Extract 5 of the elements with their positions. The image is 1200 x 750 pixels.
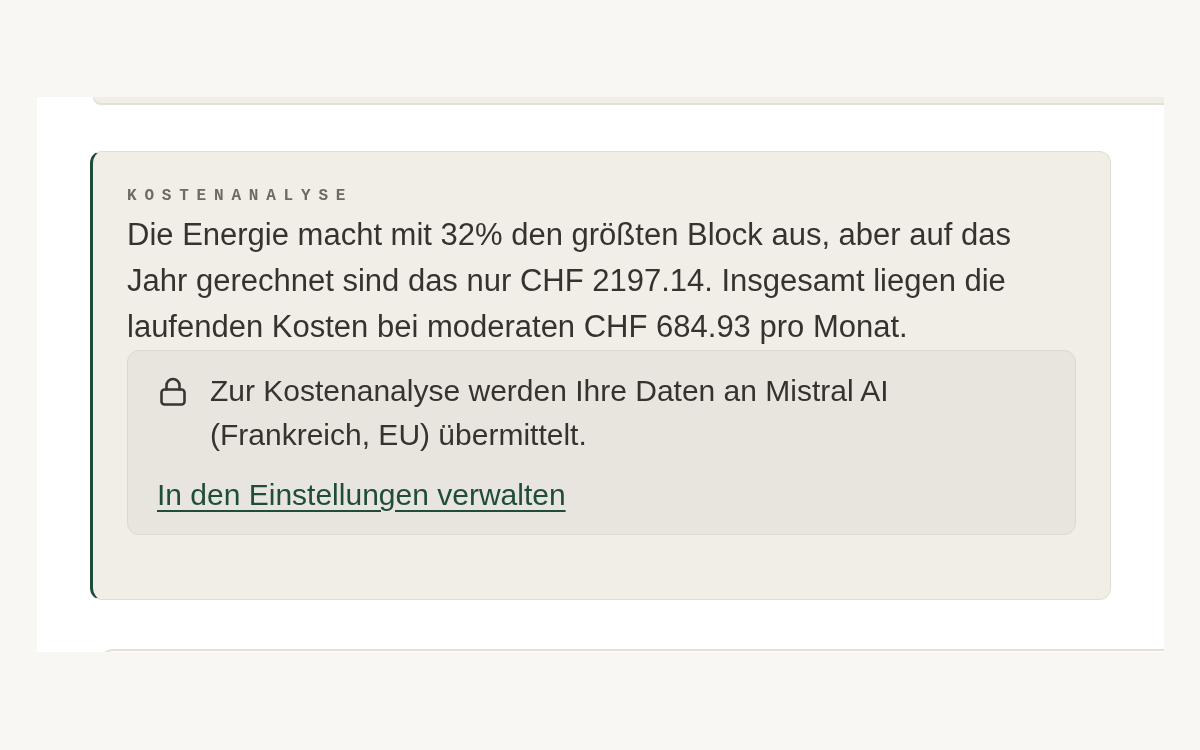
settings-link[interactable]: In den Einstellungen verwalten — [157, 478, 566, 512]
analysis-text: Die Energie macht mit 32% den größten Block aus, aber auf das Jahr gerechnet sind das nur CHF 2197.14. Insgesamt liegen die laufenden Kosten bei moderaten CHF 684.93 pro Monat. — [127, 216, 1012, 346]
lock-icon — [157, 375, 189, 407]
notice-text: Zur Kostenanalyse werden Ihre Daten an Mistral AI (Frankreich, EU) übermittelt. — [210, 373, 890, 453]
card-label: KOSTENANALYSE — [127, 186, 354, 206]
